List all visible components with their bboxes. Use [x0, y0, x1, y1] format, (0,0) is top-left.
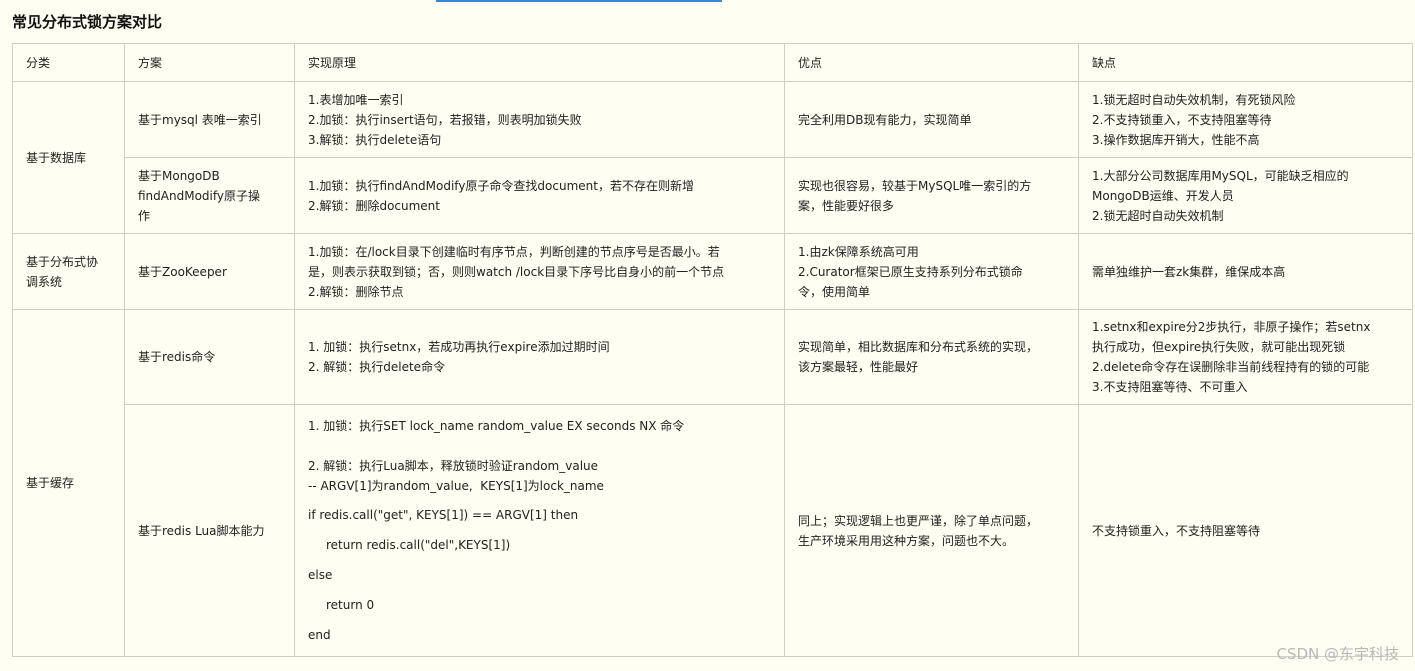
scheme-cell: 基于ZooKeeper	[124, 233, 295, 310]
principle-line: 3.解锁：执行delete语句	[308, 132, 442, 147]
table-row: 基于缓存 基于redis命令 1. 加锁：执行setnx，若成功再执行expir…	[12, 309, 1413, 657]
principle-cell: 1. 加锁：执行SET lock_name random_value EX se…	[294, 404, 785, 657]
pros-cell: 完全利用DB现有能力，实现简单	[784, 81, 1079, 158]
pros-line: 案，性能要好很多	[798, 198, 895, 213]
code-line: return 0	[326, 598, 375, 612]
cons-line: 2.不支持锁重入，不支持阻塞等待	[1092, 112, 1272, 127]
principle-cell: 1. 加锁：执行setnx，若成功再执行expire添加过期时间 2. 解锁：执…	[294, 309, 785, 405]
pros-line: 同上；实现逻辑上也更严谨，除了单点问题，	[798, 513, 1039, 528]
pros-line: 2.Curator框架已原生支持系列分布式锁命	[798, 264, 1023, 279]
cons-line: 1.锁无超时自动失效机制，有死锁风险	[1092, 92, 1296, 107]
scheme-label: 基于mysql 表唯一索引	[138, 112, 262, 127]
principle-line: 1. 加锁：执行SET lock_name random_value EX se…	[308, 419, 685, 433]
scheme-line: 作	[138, 208, 151, 223]
principle-cell: 1.表增加唯一索引 2.加锁：执行insert语句，若报错，则表明加锁失败 3.…	[294, 81, 785, 158]
comparison-table: 分类 方案 实现原理 优点 缺点 基于数据库 基于mysql 表唯一索引 1.表…	[12, 43, 1413, 657]
table-row: 基于分布式协 调系统 基于ZooKeeper 1.加锁：在/lock目录下创建临…	[12, 233, 1413, 310]
pros-line: 实现简单，相比数据库和分布式系统的实现，	[798, 340, 1039, 354]
principle-line: 2.解锁：删除节点	[308, 284, 404, 299]
table-header-row: 分类 方案 实现原理 优点 缺点	[12, 43, 1413, 82]
scheme-cell: 基于MongoDB findAndModify原子操 作	[124, 157, 295, 234]
cons-cell: 不支持锁重入，不支持阻塞等待	[1078, 404, 1413, 657]
pros-cell: 实现也很容易，较基于MySQL唯一索引的方 案，性能要好很多	[784, 157, 1079, 234]
scheme-line: findAndModify原子操	[138, 188, 260, 203]
principle-line: 2.解锁：删除document	[308, 198, 440, 213]
code-line: return redis.call("del",KEYS[1])	[326, 538, 511, 552]
principle-line: 1. 加锁：执行setnx，若成功再执行expire添加过期时间	[308, 340, 610, 354]
scheme-label: 基于redis Lua脚本能力	[138, 523, 265, 538]
table-row: 基于redis Lua脚本能力 1. 加锁：执行SET lock_name ra…	[13, 404, 1413, 657]
header-principle: 实现原理	[294, 43, 785, 82]
pros-cell: 同上；实现逻辑上也更严谨，除了单点问题， 生产环境采用用这种方案，问题也不大。	[784, 404, 1079, 657]
principle-line: 2. 解锁：执行Lua脚本，释放锁时验证random_value	[308, 459, 599, 473]
category-line: 基于分布式协	[26, 254, 99, 269]
category-cell: 基于缓存	[12, 309, 125, 657]
cons-cell: 1.锁无超时自动失效机制，有死锁风险 2.不支持锁重入，不支持阻塞等待 3.操作…	[1078, 81, 1413, 158]
pros-cell: 1.由zk保障系统高可用 2.Curator框架已原生支持系列分布式锁命 令，使…	[784, 233, 1079, 310]
cons-line: 2.锁无超时自动失效机制	[1092, 208, 1224, 223]
scheme-cell: 基于redis Lua脚本能力	[124, 404, 295, 657]
principle-line: -- ARGV[1]为random_value, KEYS[1]为lock_na…	[308, 479, 604, 493]
cons-cell: 需单独维护一套zk集群，维保成本高	[1078, 233, 1413, 310]
category-label: 基于缓存	[26, 476, 75, 490]
scheme-cell: 基于mysql 表唯一索引	[124, 81, 295, 158]
pros-line: 生产环境采用用这种方案，问题也不大。	[798, 533, 1015, 548]
principle-line: 2.加锁：执行insert语句，若报错，则表明加锁失败	[308, 112, 582, 127]
header-category: 分类	[12, 43, 125, 82]
pros-cell: 实现简单，相比数据库和分布式系统的实现， 该方案最轻，性能最好	[784, 309, 1079, 405]
cons-line: 3.操作数据库开销大，性能不高	[1092, 132, 1260, 147]
cons-cell: 1.大部分公司数据库用MySQL，可能缺乏相应的 MongoDB运维、开发人员 …	[1078, 157, 1413, 234]
pros-line: 实现也很容易，较基于MySQL唯一索引的方	[798, 178, 1032, 193]
category-cell: 基于分布式协 调系统	[12, 233, 125, 310]
principle-line: 1.表增加唯一索引	[308, 92, 404, 107]
page-title: 常见分布式锁方案对比	[12, 13, 163, 31]
principle-cell: 1.加锁：在/lock目录下创建临时有序节点，判断创建的节点序号是否最小。若 是…	[294, 233, 785, 310]
cons-cell: 1.setnx和expire分2步执行，非原子操作；若setnx 执行成功，但e…	[1078, 309, 1413, 405]
header-cons: 缺点	[1078, 43, 1413, 82]
scheme-cell: 基于redis命令	[124, 309, 295, 405]
pros-line: 1.由zk保障系统高可用	[798, 244, 919, 259]
principle-line: 1.加锁：在/lock目录下创建临时有序节点，判断创建的节点序号是否最小。若	[308, 244, 720, 259]
cons-line: 需单独维护一套zk集群，维保成本高	[1092, 264, 1286, 279]
cons-line: 3.不支持阻塞等待、不可重入	[1092, 380, 1248, 394]
principle-line: 2. 解锁：执行delete命令	[308, 360, 446, 374]
cons-line: 执行成功，但expire执行失败，就可能出现死锁	[1092, 340, 1346, 354]
cons-line: MongoDB运维、开发人员	[1092, 188, 1234, 203]
cons-line: 1.大部分公司数据库用MySQL，可能缺乏相应的	[1092, 168, 1349, 183]
principle-line: 1.加锁：执行findAndModify原子命令查找document，若不存在则…	[308, 178, 694, 193]
watermark: CSDN @东宇科技	[1276, 645, 1399, 663]
page: 常见分布式锁方案对比 分类 方案 实现原理 优点 缺点 基于数据库 基于mysq…	[0, 0, 1415, 671]
code-line: if redis.call("get", KEYS[1]) == ARGV[1]…	[308, 508, 579, 522]
scheme-line: 基于MongoDB	[138, 168, 220, 183]
principle-line: 是，则表示获取到锁；否，则则watch /lock目录下序号比自身小的前一个节点	[308, 264, 725, 279]
cons-line: 不支持锁重入，不支持阻塞等待	[1092, 523, 1261, 538]
category-cell: 基于数据库	[12, 81, 125, 234]
table-row: 基于数据库 基于mysql 表唯一索引 1.表增加唯一索引 2.加锁：执行ins…	[12, 81, 1413, 234]
category-line: 调系统	[26, 274, 63, 289]
table-row: 基于MongoDB findAndModify原子操 作 1.加锁：执行find…	[13, 157, 1413, 234]
scheme-label: 基于redis命令	[138, 350, 216, 364]
pros-line: 完全利用DB现有能力，实现简单	[798, 112, 972, 127]
code-line: else	[308, 568, 333, 582]
scheme-label: 基于ZooKeeper	[138, 264, 227, 279]
pros-line: 该方案最轻，性能最好	[798, 360, 919, 374]
category-label: 基于数据库	[26, 150, 87, 165]
cons-line: 1.setnx和expire分2步执行，非原子操作；若setnx	[1092, 320, 1371, 334]
header-scheme: 方案	[124, 43, 295, 82]
code-line: end	[308, 628, 331, 642]
cons-line: 2.delete命令存在误删除非当前线程持有的锁的可能	[1092, 360, 1370, 374]
pros-line: 令，使用简单	[798, 284, 871, 299]
principle-cell: 1.加锁：执行findAndModify原子命令查找document，若不存在则…	[294, 157, 785, 234]
top-accent-line	[436, 0, 722, 2]
header-pros: 优点	[784, 43, 1079, 82]
